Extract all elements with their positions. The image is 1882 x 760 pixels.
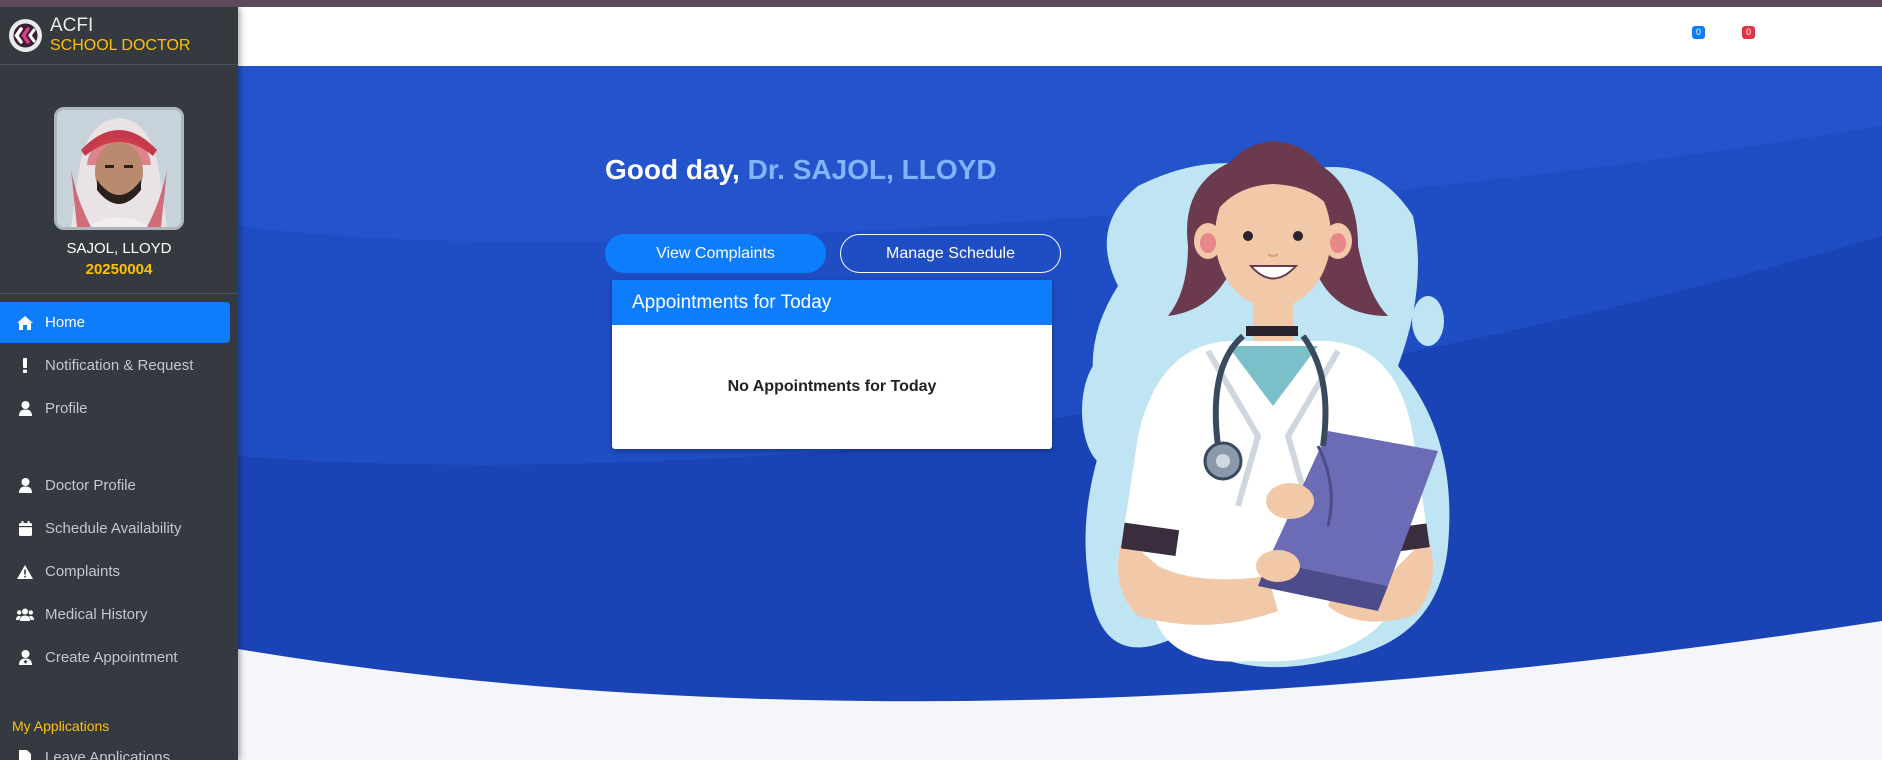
calendar-icon <box>16 520 34 538</box>
warning-icon <box>16 563 34 581</box>
sidebar-item-doctor-profile[interactable]: Doctor Profile <box>0 465 230 506</box>
appointments-card: Appointments for Today No Appointments f… <box>612 280 1052 449</box>
sidebar-item-label: Home <box>45 314 86 331</box>
notifications-badge[interactable]: 0 <box>1742 26 1755 39</box>
messages-badge[interactable]: 0 <box>1692 26 1705 39</box>
top-navbar: 0 0 <box>238 7 1882 66</box>
sidebar-item-label: Complaints <box>45 563 121 580</box>
appointments-card-title: Appointments for Today <box>612 280 1052 325</box>
sidebar: ACFI SCHOOL DOCTOR SAJOL, LLOYD 20250004 <box>0 7 238 760</box>
sidebar-item-complaints[interactable]: Complaints <box>0 551 230 592</box>
user-doctor-icon <box>16 649 34 667</box>
sidebar-item-schedule-availability[interactable]: Schedule Availability <box>0 508 230 549</box>
browser-top-strip <box>0 0 1882 7</box>
user-icon <box>16 400 34 418</box>
user-panel: SAJOL, LLOYD 20250004 <box>0 65 238 294</box>
doctor-name: Dr. SAJOL, LLOYD <box>747 154 997 185</box>
sidebar-item-label: Profile <box>45 400 88 417</box>
exclamation-icon <box>16 357 34 375</box>
sidebar-item-leave-applications[interactable]: Leave Applications <box>0 742 230 760</box>
sidebar-item-label: Doctor Profile <box>45 477 136 494</box>
nav-section-header: My Applications <box>12 718 110 734</box>
nav-spacer <box>0 431 238 465</box>
doctor-illustration <box>1082 141 1450 668</box>
sidebar-item-profile[interactable]: Profile <box>0 388 230 429</box>
sidebar-item-label: Medical History <box>45 606 148 623</box>
greeting-heading: Good day, Dr. SAJOL, LLOYD <box>605 154 997 186</box>
sidebar-item-label: Leave Applications <box>45 748 171 760</box>
user-icon <box>16 477 34 495</box>
user-id: 20250004 <box>85 261 153 278</box>
file-icon <box>16 748 34 760</box>
sidebar-item-label: Schedule Availability <box>45 520 182 537</box>
sidebar-item-label: Create Appointment <box>45 649 178 666</box>
users-icon <box>16 606 34 624</box>
sidebar-item-label: Notification & Request <box>45 357 194 374</box>
user-name: SAJOL, LLOYD <box>66 240 172 257</box>
home-icon <box>16 314 34 332</box>
hero-section: Good day, Dr. SAJOL, LLOYD View Complain… <box>238 66 1882 760</box>
sidebar-item-notification-request[interactable]: Notification & Request <box>0 345 230 386</box>
brand-title: ACFI <box>50 14 94 36</box>
manage-schedule-button[interactable]: Manage Schedule <box>840 234 1061 273</box>
brand-logo-icon <box>9 19 42 52</box>
sidebar-item-create-appointment[interactable]: Create Appointment <box>0 637 230 678</box>
sidebar-item-home[interactable]: Home <box>0 302 230 343</box>
view-complaints-button[interactable]: View Complaints <box>605 234 826 273</box>
greeting-text: Good day, <box>605 154 748 185</box>
brand[interactable]: ACFI SCHOOL DOCTOR <box>0 7 238 65</box>
hero-background <box>238 66 1882 760</box>
sidebar-nav: Home Notification & Request Profile Doct… <box>0 302 238 678</box>
appointments-empty-message: No Appointments for Today <box>727 378 937 395</box>
brand-subtitle: SCHOOL DOCTOR <box>50 36 191 54</box>
sidebar-item-medical-history[interactable]: Medical History <box>0 594 230 635</box>
avatar[interactable] <box>54 107 184 230</box>
